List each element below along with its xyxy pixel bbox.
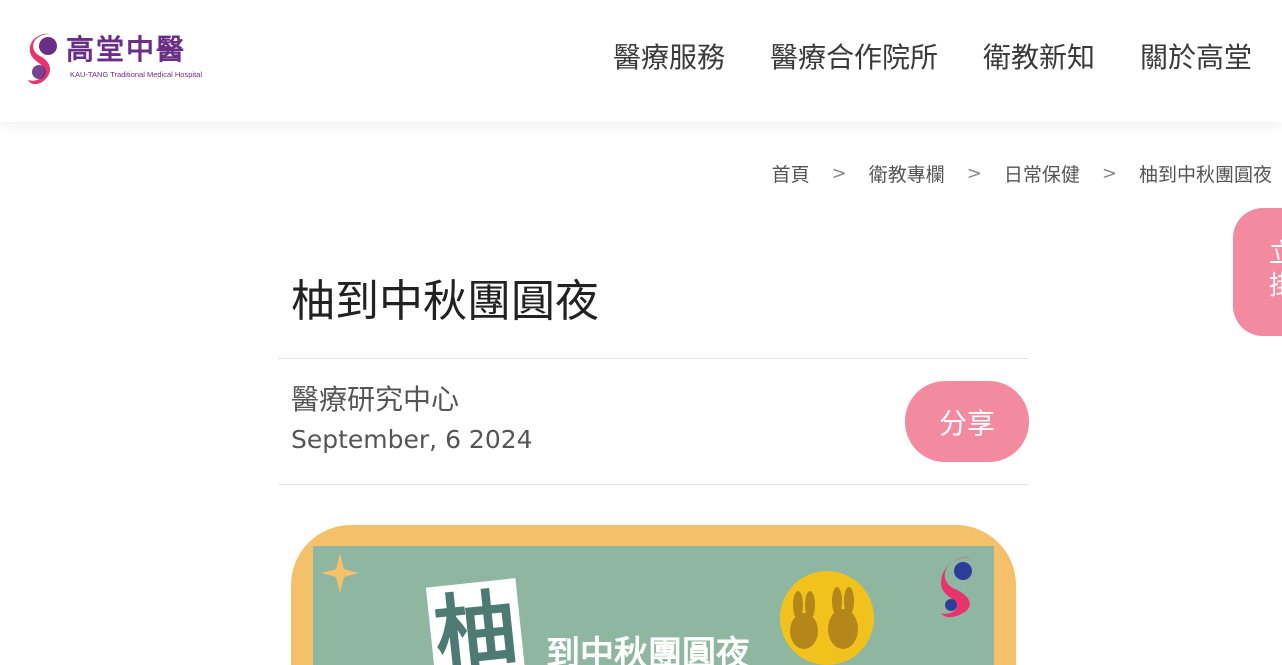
banner-big-char: 柚 — [430, 581, 521, 665]
side-button-line1: 立 — [1269, 238, 1282, 270]
site-logo[interactable]: 高堂中醫 KAU-TANG Traditional Medical Hospit… — [26, 30, 202, 88]
breadcrumb-column[interactable]: 衛教專欄 — [869, 160, 945, 187]
nav-item-medical-services[interactable]: 醫療服務 — [613, 38, 725, 78]
article-author: 醫療研究中心 — [291, 383, 460, 416]
breadcrumb-daily-care[interactable]: 日常保健 — [1004, 160, 1080, 187]
banner-logo-icon — [941, 556, 972, 618]
nav-item-about[interactable]: 關於高堂 — [1140, 38, 1252, 78]
article-banner-image: 柚 到中秋團圓夜 — [291, 525, 1016, 665]
article-date: September, 6 2024 — [291, 425, 533, 454]
nav-item-partner-clinics[interactable]: 醫療合作院所 — [770, 38, 938, 78]
article-title: 柚到中秋團圓夜 — [291, 276, 599, 327]
appointment-side-button[interactable]: 立 掛 — [1233, 208, 1282, 336]
logo-mark-icon — [28, 33, 57, 85]
divider — [278, 484, 1029, 485]
sparkle-icon — [321, 553, 359, 593]
banner-subtitle: 到中秋團圓夜 — [546, 634, 751, 665]
logo-name-cn: 高堂中醫 — [66, 33, 187, 66]
site-header: 高堂中醫 KAU-TANG Traditional Medical Hospit… — [0, 0, 1282, 122]
divider — [278, 358, 1029, 359]
share-button[interactable]: 分享 — [905, 381, 1029, 462]
breadcrumb-home[interactable]: 首頁 — [772, 160, 810, 187]
breadcrumb-separator: > — [1101, 163, 1117, 184]
breadcrumb: 首頁 > 衛教專欄 > 日常保健 > 柚到中秋團圓夜 — [772, 160, 1272, 187]
nav-item-health-news[interactable]: 衛教新知 — [983, 38, 1095, 78]
main-nav: 醫療服務 醫療合作院所 衛教新知 關於高堂 — [613, 38, 1252, 78]
breadcrumb-separator: > — [831, 163, 847, 184]
breadcrumb-separator: > — [966, 163, 982, 184]
logo-name-en: KAU-TANG Traditional Medical Hospital — [70, 70, 202, 79]
breadcrumb-current: 柚到中秋團圓夜 — [1138, 164, 1272, 186]
moon-icon — [780, 571, 874, 665]
side-button-line2: 掛 — [1269, 270, 1282, 302]
banner-illustration: 柚 到中秋團圓夜 — [321, 553, 972, 665]
